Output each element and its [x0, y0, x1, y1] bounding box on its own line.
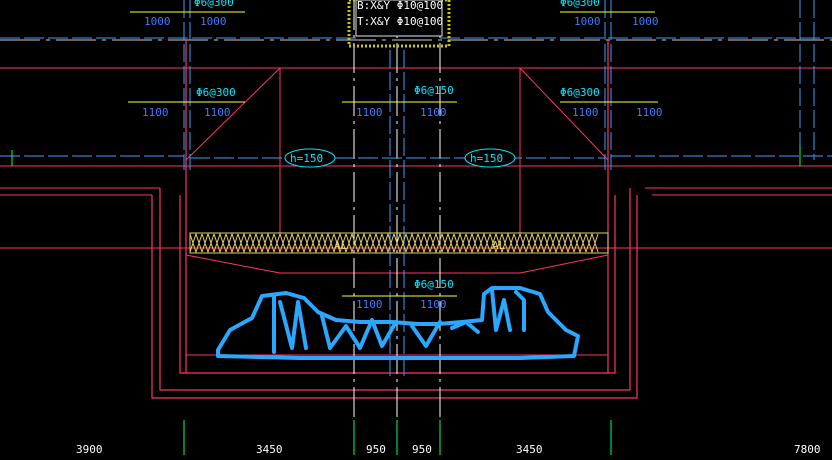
cad-drawing[interactable]: B:X&Y Φ10@100 T:X&Y Φ10@100 AL AL Φ6@300… [0, 0, 832, 456]
axis-lines [0, 39, 832, 249]
green-ticks [11, 145, 801, 455]
span-low-center-a: 1100 [356, 298, 383, 311]
dim-3: 950 [366, 443, 386, 455]
rebar-label-mid-left: Φ6@300 [196, 86, 236, 99]
span-mid-center-a: 1100 [356, 106, 383, 119]
span-top-left-b: 1000 [200, 15, 227, 28]
span-mid-left-b: 1100 [204, 106, 231, 119]
beam-tag-left: AL [334, 239, 348, 252]
top-box-line1: B:X&Y Φ10@100 [357, 0, 443, 12]
span-mid-right-b: 1100 [636, 106, 663, 119]
dim-6: 7800 [794, 443, 821, 455]
top-detail-box: B:X&Y Φ10@100 T:X&Y Φ10@100 [347, 0, 451, 48]
dim-4: 950 [412, 443, 432, 455]
markup-scribble[interactable] [216, 286, 580, 360]
dim-5: 3450 [516, 443, 543, 455]
rebar-label-mid-center: Φ6@150 [414, 84, 454, 97]
horizontal-rebar-lines [0, 37, 832, 159]
rebar-label-low-center: Φ6@150 [414, 278, 454, 291]
span-top-right-a: 1000 [574, 15, 601, 28]
dimension-labels: 3900 3450 950 950 3450 7800 [76, 443, 821, 456]
dim-2: 3450 [256, 443, 283, 455]
beam-tag-right: AL [492, 239, 506, 252]
span-top-right-b: 1000 [632, 15, 659, 28]
span-low-center-b: 1100 [420, 298, 447, 311]
cad-viewport[interactable]: B:X&Y Φ10@100 T:X&Y Φ10@100 AL AL Φ6@300… [0, 0, 832, 456]
hatched-beam: AL AL [189, 232, 609, 254]
rebar-label-top-right: Φ6@300 [560, 0, 600, 9]
span-mid-left-a: 1100 [142, 106, 169, 119]
top-box-line2: T:X&Y Φ10@100 [357, 15, 443, 28]
span-labels: 1000 1000 1000 1000 1100 1100 1100 1100 … [142, 15, 663, 311]
thickness-tag-left: h=150 [290, 152, 323, 165]
dim-1: 3900 [76, 443, 103, 455]
span-top-left-a: 1000 [144, 15, 171, 28]
span-mid-right-a: 1100 [572, 106, 599, 119]
rebar-label-mid-right: Φ6@300 [560, 86, 600, 99]
thickness-tag-right: h=150 [470, 152, 503, 165]
span-mid-center-b: 1100 [420, 106, 447, 119]
rebar-label-top-left: Φ6@300 [194, 0, 234, 9]
